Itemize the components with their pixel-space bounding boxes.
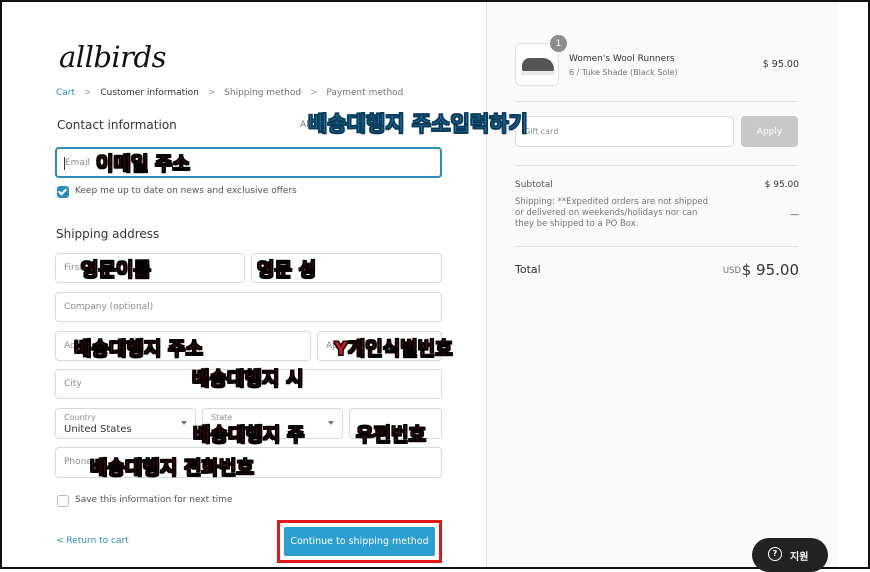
breadcrumb-sep-icon: > xyxy=(207,88,216,98)
shoe-icon xyxy=(521,58,555,75)
save-info-label: Save this information for next time xyxy=(75,495,233,505)
shipping-address-title: Shipping address xyxy=(56,227,160,241)
total-label: Total xyxy=(515,263,541,276)
shipping-value: — xyxy=(790,210,799,220)
phone-placeholder: Phone xyxy=(64,457,92,467)
company-field[interactable]: Company (optional) xyxy=(55,292,442,322)
return-to-cart-link[interactable]: < Return to cart xyxy=(56,536,129,546)
annotation-state: 배송대행지 주 xyxy=(193,424,305,447)
total-currency: USD xyxy=(722,266,741,276)
apply-button[interactable]: Apply xyxy=(741,116,798,147)
breadcrumb-cart[interactable]: Cart xyxy=(56,88,75,98)
breadcrumb-sep-icon: > xyxy=(309,88,318,98)
newsletter-checkbox[interactable] xyxy=(57,186,69,198)
country-label: Country xyxy=(64,413,96,422)
annotation-email: 이메일 주소 xyxy=(96,153,191,176)
contact-title: Contact information xyxy=(57,118,177,132)
quantity-badge: 1 xyxy=(550,35,567,52)
help-button[interactable]: ? 지원 xyxy=(752,538,828,572)
shipping-note: Shipping: **Expedited orders are not shi… xyxy=(515,197,709,229)
chevron-down-icon xyxy=(181,421,187,425)
order-summary: 1 Women's Wool Runners 6 / Tuke Shade (B… xyxy=(486,2,839,567)
breadcrumb-payment-method: Payment method xyxy=(326,88,404,98)
annotation-phone: 배송대행지 전화번호 xyxy=(90,457,254,480)
breadcrumb-shipping-method: Shipping method xyxy=(224,88,302,98)
save-info-checkbox[interactable] xyxy=(57,495,69,507)
company-placeholder: Company (optional) xyxy=(64,302,154,312)
city-placeholder: City xyxy=(64,379,82,389)
page-margin xyxy=(838,2,868,567)
divider xyxy=(515,101,798,102)
annotation-address: 배송대행지 주소 xyxy=(74,338,203,361)
annotation-apt: Y개인식별번호 xyxy=(334,338,453,361)
subtotal-value: $ 95.00 xyxy=(764,180,799,190)
divider xyxy=(515,246,798,247)
product-price: $ 95.00 xyxy=(762,59,799,70)
highlight-box: Continue to shipping method xyxy=(277,520,442,563)
help-label: 지원 xyxy=(790,552,809,563)
subtotal-label: Subtotal xyxy=(515,180,553,190)
annotation-top: 배송대행지 주소입력하기 xyxy=(308,112,528,136)
breadcrumb-customer-information: Customer information xyxy=(100,88,199,98)
newsletter-label: Keep me up to date on news and exclusive… xyxy=(75,186,297,196)
breadcrumb: Cart > Customer information > Shipping m… xyxy=(56,88,403,98)
gift-card-input[interactable]: Gift card xyxy=(515,116,734,147)
annotation-city: 배송대행지 시 xyxy=(192,368,304,391)
checkout-page: allbirds Cart > Customer information > S… xyxy=(0,0,870,569)
annotation-zip: 우편번호 xyxy=(356,424,426,447)
email-placeholder: Email xyxy=(65,158,90,168)
question-icon: ? xyxy=(768,547,782,561)
product-variant: 6 / Tuke Shade (Black Sole) xyxy=(569,68,678,77)
total-value: $ 95.00 xyxy=(741,261,799,279)
checkout-main: allbirds Cart > Customer information > S… xyxy=(2,2,486,567)
divider xyxy=(515,165,798,166)
product-name: Women's Wool Runners xyxy=(569,54,675,64)
continue-button[interactable]: Continue to shipping method xyxy=(284,527,435,556)
breadcrumb-sep-icon: > xyxy=(83,88,92,98)
country-value: United States xyxy=(64,424,132,435)
annotation-first-name: 영문이름 xyxy=(81,259,151,282)
annotation-last-name: 영문 성 xyxy=(257,259,317,282)
allbirds-logo[interactable]: allbirds xyxy=(59,40,167,74)
gift-card-placeholder: Gift card xyxy=(524,127,559,136)
country-select[interactable]: Country United States xyxy=(55,408,196,439)
chevron-down-icon xyxy=(328,421,334,425)
